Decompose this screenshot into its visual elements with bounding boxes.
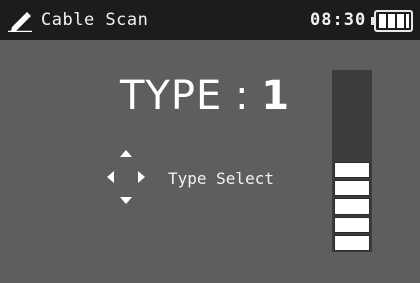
battery-icon xyxy=(371,10,413,32)
app-title: Cable Scan xyxy=(41,10,149,30)
pencil-icon xyxy=(8,12,32,32)
level-segment xyxy=(334,234,370,251)
device-screen: Cable Scan 08:30 TYPE : 1 Type Select xyxy=(0,0,420,283)
type-label: TYPE xyxy=(120,73,223,119)
type-separator: : xyxy=(234,73,249,119)
clock: 08:30 xyxy=(310,10,367,30)
level-segment xyxy=(334,198,370,215)
dpad-icon xyxy=(107,150,145,204)
level-segment xyxy=(334,162,370,179)
type-select-hint: Type Select xyxy=(168,169,274,188)
level-segment xyxy=(334,216,370,233)
level-segment xyxy=(334,180,370,197)
level-indicator xyxy=(332,70,372,252)
type-value: 1 xyxy=(261,73,290,119)
cable-type-display: TYPE : 1 xyxy=(120,70,289,122)
title-bar: Cable Scan 08:30 xyxy=(0,0,420,40)
